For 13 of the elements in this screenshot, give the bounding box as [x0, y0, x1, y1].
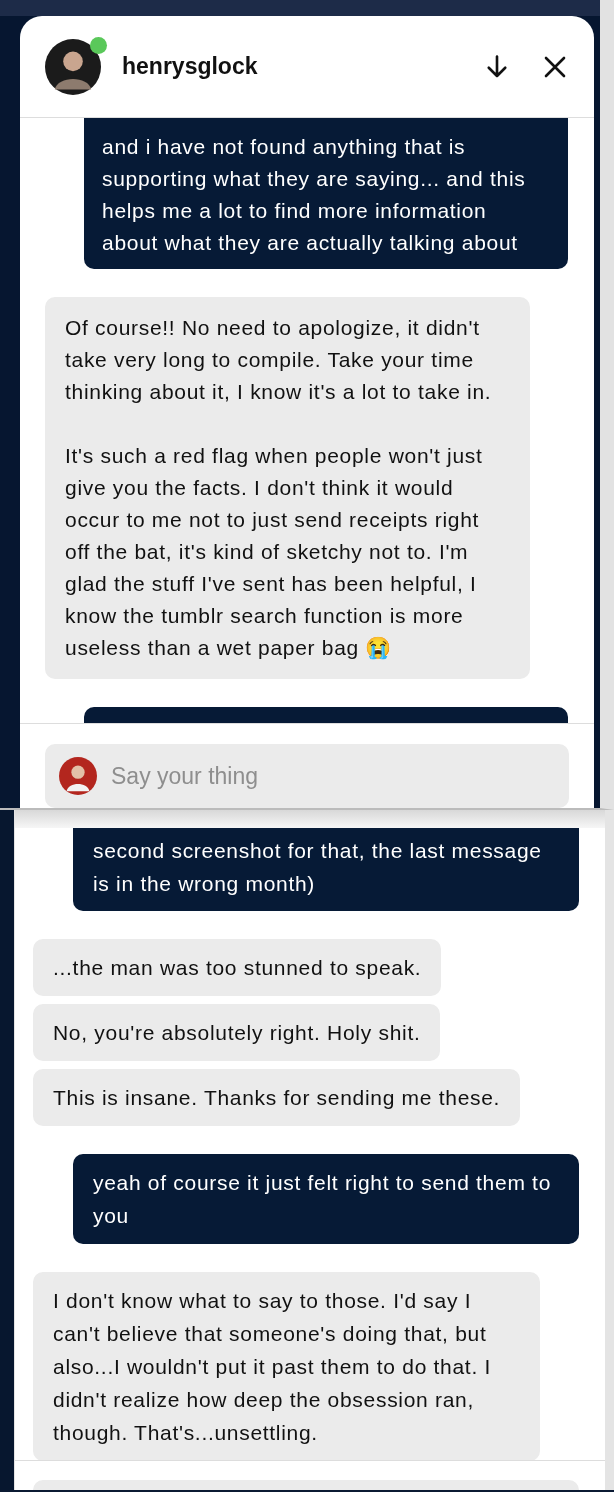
message-text: This is insane. Thanks for sending me these. — [53, 1085, 501, 1111]
placeholder-text: Say your thing — [111, 762, 259, 790]
message-text: No, you're absolutely right. Holy shit. — [53, 1020, 421, 1046]
message-text: and i have not found anything that is supporting what they are saying... and this helps me a lot to find more information about what they are actually talking about — [102, 134, 527, 256]
avatar-icon[interactable] — [45, 38, 101, 95]
username[interactable]: henrysglock — [122, 53, 258, 80]
message-text: It's such a red flag when people won't just give you the facts. I don't think it would occur to me not to just send receipts right off the bat, it's kind of sketchy not to. I'm glad the stuff I've sent has been helpful, I know the tumblr search function is more useless than a wet paper bag 😭 — [65, 443, 484, 662]
message-text: I don't know what to say to those. I'd say I can't believe that someone's doing that, but also...I wouldn't put it past them to do that. I didn't realize how deep the obsession ran, though. That's...unsettling. — [53, 1288, 492, 1446]
message-text: ...the man was too stunned to speak. — [53, 955, 422, 981]
avatar-icon — [59, 757, 97, 795]
message-text: Of course!! No need to apologize, it didn't take very long to compile. Take your time thinking about it, I know it's a lot to take in. — [65, 315, 493, 405]
message-text: yeah of course it just felt right to send them to you — [93, 1170, 553, 1229]
message-text: second screenshot for that, the last message is in the wrong month) — [93, 838, 543, 897]
